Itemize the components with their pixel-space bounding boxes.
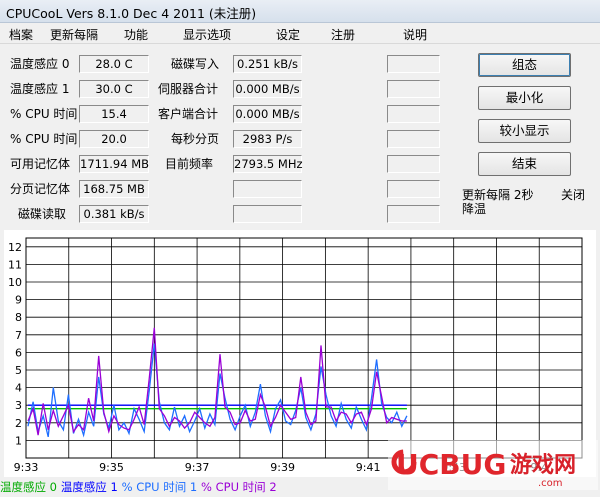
y-tick-label: 4 [15, 382, 22, 395]
extra-box-2 [387, 80, 440, 98]
sensor-value-disk-write: 0.251 kB/s [233, 55, 302, 73]
sensor-value-disk-read: 0.381 kB/s [79, 205, 149, 223]
x-tick-label: 9:41 [356, 461, 381, 474]
sensor-value-cpu1: 15.4 [79, 105, 149, 123]
y-tick-label: 7 [15, 329, 22, 342]
y-tick-label: 2 [15, 417, 22, 430]
extra-box-1 [387, 55, 440, 73]
sensor-value-empty-2 [233, 205, 302, 223]
sensor-label-avail-mem: 可用记忆体 [10, 157, 71, 171]
menu-functions[interactable]: 功能 [124, 26, 148, 43]
legend-cpu2: % CPU 时间 2 [201, 480, 277, 494]
sensor-value-empty-1 [233, 180, 302, 198]
sensor-value-client-total: 0.000 MB/s [233, 105, 302, 123]
sensor-label-disk-write: 磁碟写入 [171, 57, 220, 71]
legend-temp1: 温度感应 1 [60, 480, 118, 494]
y-tick-label: 11 [8, 258, 22, 271]
y-tick-label: 10 [8, 276, 22, 289]
sensor-label-frequency: 目前频率 [165, 157, 214, 171]
x-tick-label: 9:37 [185, 461, 210, 474]
menu-bar: 档案 更新每隔 功能 显示选项 设定 注册 说明 [0, 23, 600, 44]
sensor-label-temp0: 温度感应 0 [10, 57, 70, 71]
cooling-status: 降温 [462, 202, 487, 216]
extra-box-6 [387, 180, 440, 198]
window-titlebar: CPUCooL Vers 8.1.0 Dec 4 2011 (未注册) [0, 0, 600, 23]
sensor-label-client-total: 客户端合计 [158, 107, 219, 121]
compact-display-button[interactable]: 较小显示 [478, 119, 571, 143]
extra-box-5 [387, 155, 440, 173]
sensor-value-server-total: 0.000 MB/s [233, 80, 302, 98]
legend-cpu1: % CPU 时间 1 [121, 480, 198, 494]
sensor-value-avail-mem: 1711.94 MB [79, 155, 150, 173]
extra-box-4 [387, 130, 440, 148]
sensor-label-cpu2: % CPU 时间 [10, 132, 78, 146]
sensor-value-cpu2: 20.0 [79, 130, 149, 148]
x-tick-label: 9:33 [14, 461, 39, 474]
sensor-label-server-total: 伺服器合计 [158, 82, 219, 96]
legend-temp0: 温度感应 0 [0, 480, 57, 494]
minimize-button[interactable]: 最小化 [478, 86, 571, 110]
y-tick-label: 8 [15, 311, 22, 324]
menu-display-options[interactable]: 显示选项 [183, 26, 231, 43]
sensor-value-temp0: 28.0 C [79, 55, 149, 73]
y-tick-label: 5 [15, 364, 22, 377]
close-status[interactable]: 关闭 [561, 186, 585, 203]
x-tick-label: 9:39 [270, 461, 295, 474]
sensor-label-pages-per-sec: 每秒分页 [171, 132, 220, 146]
y-tick-label: 3 [15, 399, 22, 412]
sensor-label-cpu1: % CPU 时间 [10, 107, 78, 121]
svg-text:游戏网: 游戏网 [510, 452, 576, 478]
y-tick-label: 6 [15, 346, 22, 359]
y-tick-label: 9 [15, 294, 22, 307]
menu-update-interval[interactable]: 更新每隔 [50, 26, 98, 43]
svg-text:UCBUG: UCBUG [396, 448, 506, 481]
sensor-value-temp1: 30.0 C [79, 80, 149, 98]
menu-register[interactable]: 注册 [331, 26, 355, 43]
extra-box-3 [387, 105, 440, 123]
exit-button[interactable]: 结束 [478, 152, 571, 176]
sensor-label-temp1: 温度感应 1 [10, 82, 70, 96]
sensor-label-page-mem: 分页记忆体 [10, 182, 71, 196]
extra-box-7 [387, 205, 440, 223]
x-tick-label: 9:35 [99, 461, 124, 474]
menu-file[interactable]: 档案 [9, 26, 33, 43]
menu-settings[interactable]: 设定 [276, 26, 300, 43]
y-tick-label: 1 [15, 434, 22, 447]
svg-text:.com: .com [538, 478, 563, 489]
sensor-value-pages-per-sec: 2983 P/s [233, 130, 302, 148]
sensor-value-frequency: 2793.5 MHz [233, 155, 303, 173]
y-tick-label: 12 [8, 241, 22, 254]
sensor-label-disk-read: 磁碟读取 [18, 207, 67, 221]
ucbug-watermark-logo: UCBUG 游戏网 .com [388, 440, 598, 490]
sensor-value-page-mem: 168.75 MB [79, 180, 149, 198]
window-title: CPUCooL Vers 8.1.0 Dec 4 2011 (未注册) [6, 6, 257, 21]
configure-button[interactable]: 组态 [478, 53, 571, 77]
menu-help[interactable]: 说明 [403, 26, 427, 43]
